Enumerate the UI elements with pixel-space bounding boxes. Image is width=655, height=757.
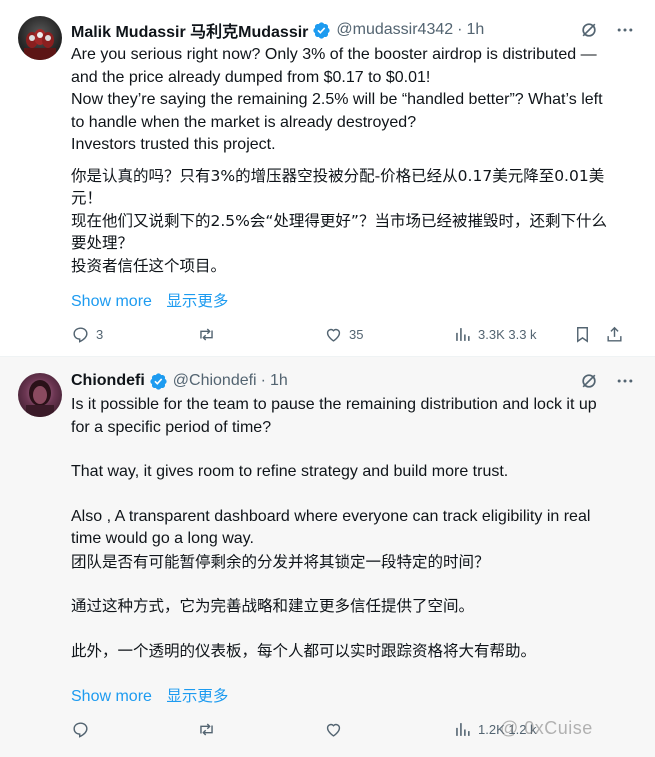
tweet-header: Chiondefi @Chiondefi · 1h [71, 370, 635, 392]
show-more-link-cn[interactable]: 显示更多 [166, 292, 228, 310]
retweet-icon [200, 327, 213, 341]
view-count: 3.3K 3.3 k [478, 326, 537, 342]
like-count: 35 [349, 326, 364, 342]
more-icon[interactable] [615, 20, 635, 40]
author-name[interactable]: Malik Mudassir 马利克Mudassir [71, 18, 308, 42]
retweet-icon [200, 722, 213, 736]
bookmark-button[interactable] [573, 325, 605, 344]
like-button[interactable] [324, 720, 453, 739]
text-line: 元！ [71, 189, 103, 207]
text-line: Investors trusted this project. [71, 136, 276, 153]
grok-icon[interactable] [579, 20, 599, 40]
author-handle[interactable]: @mudassir4342 [336, 21, 453, 39]
views-icon [456, 722, 470, 736]
text-line: That way, it gives room to refine strate… [71, 463, 509, 480]
reply-count: 3 [96, 326, 104, 342]
text-line: 投资者信任这个项目。 [71, 256, 227, 275]
show-more-link[interactable]: Show more [71, 293, 152, 310]
separator-dot: · [260, 372, 266, 389]
tweet[interactable]: Malik Mudassir 马利克Mudassir @mudassir4342… [0, 0, 655, 357]
text-line: and the price already dumped from $0.17 … [71, 68, 431, 86]
avatar-image [24, 29, 56, 60]
separator-dot: · [457, 21, 463, 38]
reply-button[interactable] [71, 720, 197, 739]
views-icon [456, 327, 470, 341]
watermark: @ 0xCuise [500, 718, 593, 738]
text-line: for a specific period of time? [71, 418, 272, 436]
more-icon[interactable] [615, 371, 635, 391]
action-bar: 3 35 3.3K 3.3 k [71, 322, 637, 346]
author-name[interactable]: Chiondefi [71, 372, 145, 390]
verified-badge-icon [313, 21, 331, 39]
text-line: 你是认真的吗？只有3%的增压器空投被分配-价格已经从0.17美元降至0.01美 [71, 166, 605, 185]
show-more-link-cn[interactable]: 显示更多 [166, 687, 228, 705]
tweet-header: Malik Mudassir 马利克Mudassir @mudassir4342… [71, 19, 635, 41]
text-line: Is it possible for the team to pause the… [71, 396, 597, 413]
text-line: to handle when the market is already des… [71, 113, 417, 131]
like-icon [326, 723, 341, 737]
reply-button[interactable]: 3 [71, 325, 197, 344]
avatar[interactable] [18, 373, 62, 417]
verified-badge-icon [150, 372, 167, 390]
author-handle[interactable]: @Chiondefi [173, 372, 257, 390]
avatar-image [26, 380, 54, 417]
avatar[interactable] [18, 16, 62, 60]
text-line: 此外，一个透明的仪表板，每个人都可以实时跟踪资格将大有帮助。 [71, 641, 537, 660]
share-button[interactable] [605, 325, 624, 344]
bookmark-icon [577, 326, 588, 343]
reply-icon [73, 326, 88, 343]
timestamp[interactable]: 1h [270, 372, 288, 390]
text-line: 团队是否有可能暂停剩余的分发并将其锁定一段特定的时间？ [71, 552, 490, 571]
like-icon [326, 328, 341, 342]
tweet-text: Are you serious right now? Only 3% of th… [71, 44, 637, 277]
text-line: Are you serious right now? Only 3% of th… [71, 46, 597, 63]
timestamp[interactable]: 1h [466, 21, 484, 39]
tweet[interactable]: Chiondefi @Chiondefi · 1h Is it possible… [0, 357, 655, 757]
show-more-link[interactable]: Show more [71, 688, 152, 705]
tweet-text: Is it possible for the team to pause the… [71, 394, 637, 662]
grok-icon[interactable] [579, 371, 599, 391]
show-more: Show more 显示更多 [71, 684, 238, 706]
text-line: time would go a long way. [71, 530, 254, 547]
text-line: 要处理？ [71, 234, 134, 252]
text-line: Also , A transparent dashboard where eve… [71, 507, 591, 525]
views-button[interactable]: 3.3K 3.3 k [453, 325, 573, 344]
text-line: 通过这种方式，它为完善战略和建立更多信任提供了空间。 [71, 597, 475, 615]
share-icon [607, 326, 622, 342]
text-line: 现在他们又说剩下的2.5%会“处理得更好”？当市场已经被摧毁时，还剩下什么 [71, 211, 607, 230]
reply-icon [73, 721, 88, 738]
show-more: Show more 显示更多 [71, 289, 238, 311]
retweet-button[interactable] [197, 720, 324, 739]
like-button[interactable]: 35 [324, 325, 453, 344]
text-line: Now they’re saying the remaining 2.5% wi… [71, 91, 603, 108]
retweet-button[interactable] [197, 325, 324, 344]
